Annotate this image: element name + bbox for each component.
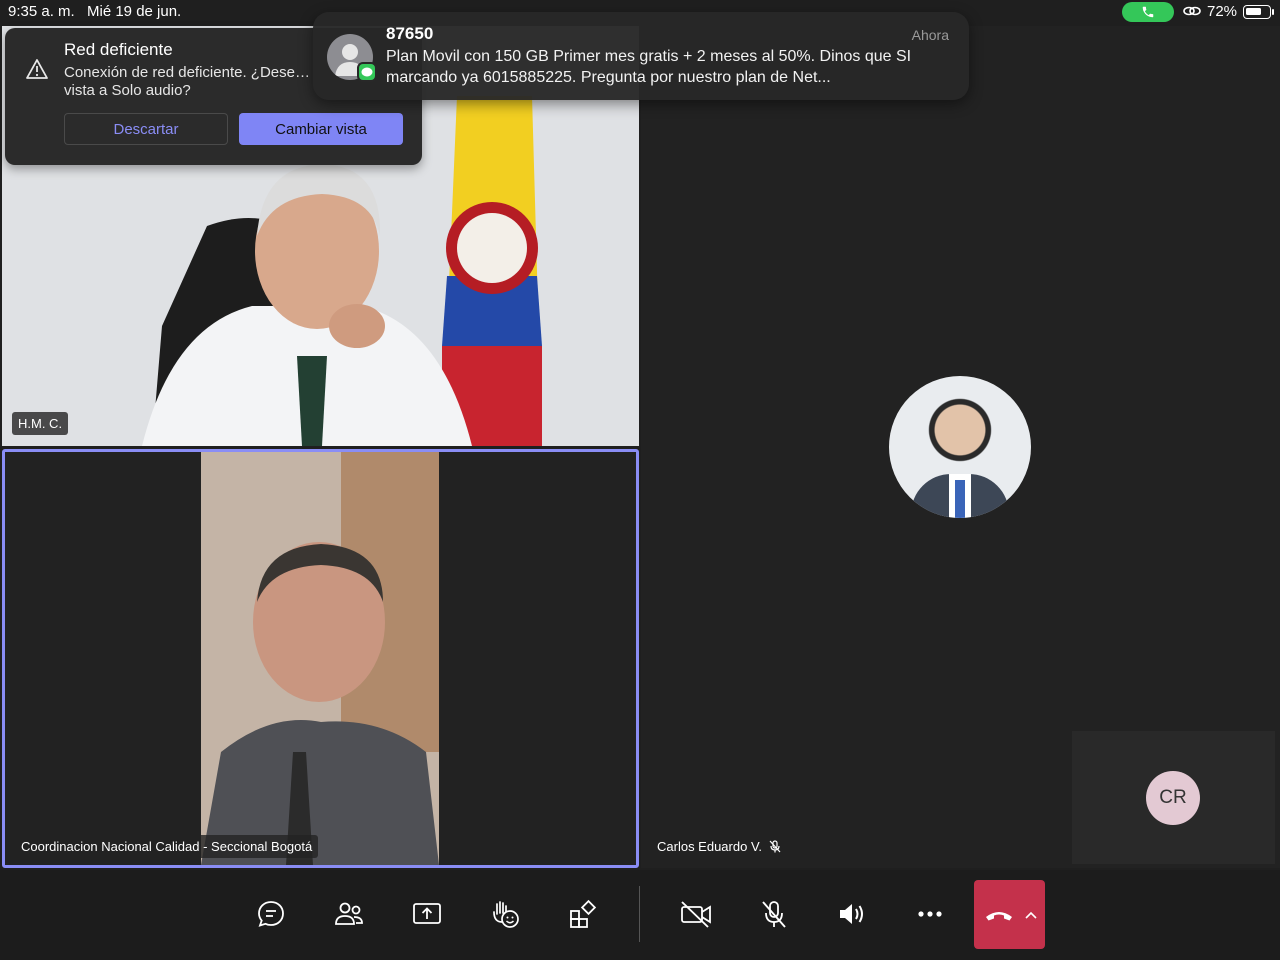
participant-initials-avatar: CR [1146, 771, 1200, 825]
teams-call-screen: 9:35 a. m. Mié 19 de jun. 72% H.M. C. Re… [0, 0, 1280, 960]
warning-icon [25, 58, 49, 80]
share-screen-button[interactable] [396, 884, 458, 944]
call-toolbar [0, 870, 1280, 960]
reactions-button[interactable] [474, 884, 536, 944]
notification-time: Ahora [911, 27, 949, 43]
speaker-button[interactable] [821, 884, 883, 944]
participant-name-carlos-text: Carlos Eduardo V. [657, 839, 763, 854]
participant-video-coordinacion [201, 452, 439, 865]
participant-name-carlos: Carlos Eduardo V. [651, 835, 787, 858]
reactions-icon [493, 901, 519, 928]
toolbar-divider [639, 886, 640, 942]
camera-toggle-button[interactable] [665, 884, 727, 944]
chevron-up-icon[interactable] [1025, 911, 1037, 919]
muted-mic-icon [769, 840, 781, 853]
microphone-toggle-button[interactable] [743, 884, 805, 944]
mic-off-icon [762, 901, 786, 928]
phone-icon [1142, 6, 1154, 18]
status-date: Mié 19 de jun. [87, 3, 182, 20]
dismiss-button[interactable]: Descartar [64, 113, 228, 145]
notification-sender: 87650 [386, 24, 434, 43]
people-icon [335, 902, 363, 925]
link-icon [1183, 4, 1201, 18]
apps-icon [570, 899, 597, 928]
camera-off-icon [681, 901, 711, 928]
active-call-indicator[interactable] [1122, 2, 1174, 22]
battery-percent: 72% [1207, 3, 1238, 20]
battery-icon [1243, 5, 1271, 19]
share-screen-icon [413, 903, 441, 924]
battery-tip [1272, 9, 1274, 15]
chat-icon [258, 901, 284, 927]
video-tile-coordinacion[interactable]: Coordinacion Nacional Calidad - Secciona… [2, 449, 639, 868]
warning-title: Red deficiente [64, 40, 173, 59]
participants-button[interactable] [318, 884, 380, 944]
battery-level [1246, 8, 1261, 15]
speaker-icon [840, 904, 863, 924]
more-icon [918, 911, 942, 917]
participant-name-coordinacion: Coordinacion Nacional Calidad - Secciona… [15, 835, 319, 858]
status-time: 9:35 a. m. [8, 3, 75, 20]
participant-tile-cr[interactable]: CR [1072, 731, 1275, 864]
notification-message: Plan Movil con 150 GB Primer mes gratis … [386, 48, 912, 86]
chat-button[interactable] [240, 884, 302, 944]
hang-up-icon [986, 911, 1012, 920]
warning-message: Conexión de red deficiente. ¿Dese… vista… [64, 64, 310, 99]
participant-avatar-carlos [889, 376, 1031, 518]
change-view-button[interactable]: Cambiar vista [239, 113, 403, 145]
apps-button[interactable] [552, 884, 614, 944]
sms-notification[interactable]: 87650 Ahora Plan Movil con 150 GB Primer… [313, 12, 969, 100]
messages-app-icon [357, 62, 377, 82]
participant-name-hmc: H.M. C. [12, 412, 69, 435]
hang-up-button[interactable] [974, 880, 1045, 949]
more-options-button[interactable] [899, 884, 961, 944]
